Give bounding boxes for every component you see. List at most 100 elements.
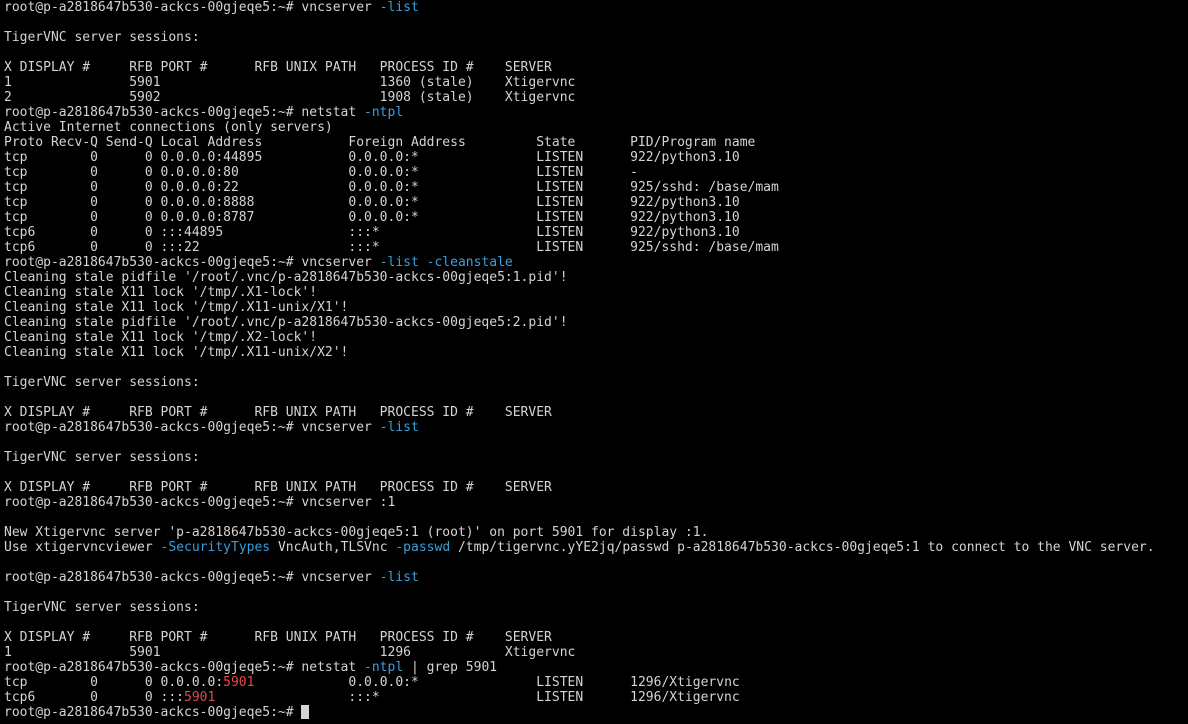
terminal-text: /tmp/tigervnc.yYE2jq/passwd p-a2818647b5… <box>450 540 1155 555</box>
terminal-line: tcp 0 0 0.0.0.0:44895 0.0.0.0:* LISTEN 9… <box>4 150 1188 165</box>
terminal-line: X DISPLAY # RFB PORT # RFB UNIX PATH PRO… <box>4 405 1188 420</box>
terminal-text: tcp6 0 0 ::: <box>4 690 185 705</box>
command-option: -ntpl <box>364 660 404 675</box>
command-option: -list <box>379 0 419 15</box>
terminal-line: TigerVNC server sessions: <box>4 30 1188 45</box>
terminal-text: TigerVNC server sessions: <box>4 30 200 45</box>
terminal-text: 0.0.0.0:* LISTEN 1296/Xtigervnc <box>254 675 740 690</box>
terminal-line: TigerVNC server sessions: <box>4 600 1188 615</box>
terminal-text: root@p-a2818647b530-ackcs-00gjeqe5:~# vn… <box>4 420 380 435</box>
terminal-line: 2 5902 1908 (stale) Xtigervnc <box>4 90 1188 105</box>
terminal-text: Active Internet connections (only server… <box>4 120 333 135</box>
terminal-line: tcp6 0 0 :::5901 :::* LISTEN 1296/Xtiger… <box>4 690 1188 705</box>
terminal-text: X DISPLAY # RFB PORT # RFB UNIX PATH PRO… <box>4 480 552 495</box>
terminal-text: Cleaning stale pidfile '/root/.vnc/p-a28… <box>4 270 568 285</box>
terminal-line: Use xtigervncviewer -SecurityTypes VncAu… <box>4 540 1188 555</box>
command-option: -passwd <box>395 540 451 555</box>
terminal-line: root@p-a2818647b530-ackcs-00gjeqe5:~# vn… <box>4 255 1188 270</box>
terminal-line: root@p-a2818647b530-ackcs-00gjeqe5:~# <box>4 705 1188 720</box>
terminal-text: Cleaning stale X11 lock '/tmp/.X2-lock'! <box>4 330 318 345</box>
terminal-text: 1 5901 1296 Xtigervnc <box>4 645 576 660</box>
terminal-text: tcp 0 0 0.0.0.0:80 0.0.0.0:* LISTEN - <box>4 165 638 180</box>
terminal-text: VncAuth,TLSVnc <box>270 540 396 555</box>
terminal-text: Proto Recv-Q Send-Q Local Address Foreig… <box>4 135 756 150</box>
terminal-text: tcp 0 0 0.0.0.0:22 0.0.0.0:* LISTEN 925/… <box>4 180 779 195</box>
command-option: -SecurityTypes <box>160 540 271 555</box>
terminal-line: tcp6 0 0 :::22 :::* LISTEN 925/sshd: /ba… <box>4 240 1188 255</box>
terminal-window[interactable]: root@p-a2818647b530-ackcs-00gjeqe5:~# vn… <box>0 0 1188 724</box>
terminal-line: root@p-a2818647b530-ackcs-00gjeqe5:~# vn… <box>4 420 1188 435</box>
terminal-text: root@p-a2818647b530-ackcs-00gjeqe5:~# vn… <box>4 495 396 510</box>
terminal-text: root@p-a2818647b530-ackcs-00gjeqe5:~# vn… <box>4 255 380 270</box>
terminal-line: TigerVNC server sessions: <box>4 450 1188 465</box>
terminal-text: X DISPLAY # RFB PORT # RFB UNIX PATH PRO… <box>4 60 552 75</box>
grep-match: 5901 <box>184 690 216 705</box>
terminal-line: tcp 0 0 0.0.0.0:22 0.0.0.0:* LISTEN 925/… <box>4 180 1188 195</box>
command-option: -ntpl <box>364 105 404 120</box>
terminal-line: Cleaning stale X11 lock '/tmp/.X11-unix/… <box>4 300 1188 315</box>
terminal-line: X DISPLAY # RFB PORT # RFB UNIX PATH PRO… <box>4 60 1188 75</box>
command-option: -list -cleanstale <box>379 255 513 270</box>
terminal-text: Cleaning stale X11 lock '/tmp/.X1-lock'! <box>4 285 318 300</box>
terminal-text: Use xtigervncviewer <box>4 540 161 555</box>
terminal-text: root@p-a2818647b530-ackcs-00gjeqe5:~# ne… <box>4 660 365 675</box>
terminal-line: root@p-a2818647b530-ackcs-00gjeqe5:~# vn… <box>4 0 1188 15</box>
terminal-text: TigerVNC server sessions: <box>4 375 200 390</box>
terminal-line: tcp6 0 0 :::44895 :::* LISTEN 922/python… <box>4 225 1188 240</box>
terminal-text: root@p-a2818647b530-ackcs-00gjeqe5:~# vn… <box>4 570 380 585</box>
terminal-text: Cleaning stale pidfile '/root/.vnc/p-a28… <box>4 315 568 330</box>
terminal-text: root@p-a2818647b530-ackcs-00gjeqe5:~# vn… <box>4 0 380 15</box>
terminal-line: tcp 0 0 0.0.0.0:5901 0.0.0.0:* LISTEN 12… <box>4 675 1188 690</box>
terminal-text: tcp6 0 0 :::22 :::* LISTEN 925/sshd: /ba… <box>4 240 779 255</box>
grep-match: 5901 <box>223 675 255 690</box>
terminal-text: Cleaning stale X11 lock '/tmp/.X11-unix/… <box>4 300 349 315</box>
terminal-line: TigerVNC server sessions: <box>4 375 1188 390</box>
terminal-text: root@p-a2818647b530-ackcs-00gjeqe5:~# <box>4 705 302 720</box>
terminal-line: 1 5901 1296 Xtigervnc <box>4 645 1188 660</box>
terminal-text: TigerVNC server sessions: <box>4 600 200 615</box>
terminal-text: tcp 0 0 0.0.0.0:8888 0.0.0.0:* LISTEN 92… <box>4 195 740 210</box>
terminal-line: Proto Recv-Q Send-Q Local Address Foreig… <box>4 135 1188 150</box>
terminal-text: TigerVNC server sessions: <box>4 450 200 465</box>
terminal-line: 1 5901 1360 (stale) Xtigervnc <box>4 75 1188 90</box>
terminal-line: Cleaning stale X11 lock '/tmp/.X11-unix/… <box>4 345 1188 360</box>
terminal-line: Cleaning stale pidfile '/root/.vnc/p-a28… <box>4 270 1188 285</box>
terminal-text: 1 5901 1360 (stale) Xtigervnc <box>4 75 576 90</box>
terminal-line: New Xtigervnc server 'p-a2818647b530-ack… <box>4 525 1188 540</box>
terminal-line: root@p-a2818647b530-ackcs-00gjeqe5:~# ne… <box>4 660 1188 675</box>
terminal-text: | grep 5901 <box>403 660 498 675</box>
terminal-text: root@p-a2818647b530-ackcs-00gjeqe5:~# ne… <box>4 105 365 120</box>
terminal-line: Cleaning stale X11 lock '/tmp/.X2-lock'! <box>4 330 1188 345</box>
terminal-line: tcp 0 0 0.0.0.0:8888 0.0.0.0:* LISTEN 92… <box>4 195 1188 210</box>
terminal-line: tcp 0 0 0.0.0.0:80 0.0.0.0:* LISTEN - <box>4 165 1188 180</box>
command-option: -list <box>379 420 419 435</box>
terminal-line: tcp 0 0 0.0.0.0:8787 0.0.0.0:* LISTEN 92… <box>4 210 1188 225</box>
terminal-line: root@p-a2818647b530-ackcs-00gjeqe5:~# vn… <box>4 495 1188 510</box>
terminal-line: X DISPLAY # RFB PORT # RFB UNIX PATH PRO… <box>4 480 1188 495</box>
terminal-text: X DISPLAY # RFB PORT # RFB UNIX PATH PRO… <box>4 630 552 645</box>
terminal-text: Cleaning stale X11 lock '/tmp/.X11-unix/… <box>4 345 349 360</box>
terminal-text: tcp 0 0 0.0.0.0:8787 0.0.0.0:* LISTEN 92… <box>4 210 740 225</box>
terminal-line: Active Internet connections (only server… <box>4 120 1188 135</box>
terminal-line: root@p-a2818647b530-ackcs-00gjeqe5:~# vn… <box>4 570 1188 585</box>
terminal-text: tcp 0 0 0.0.0.0: <box>4 675 224 690</box>
terminal-line: X DISPLAY # RFB PORT # RFB UNIX PATH PRO… <box>4 630 1188 645</box>
terminal-text: tcp6 0 0 :::44895 :::* LISTEN 922/python… <box>4 225 740 240</box>
command-option: -list <box>379 570 419 585</box>
terminal-text: tcp 0 0 0.0.0.0:44895 0.0.0.0:* LISTEN 9… <box>4 150 740 165</box>
text-cursor[interactable] <box>301 705 310 719</box>
terminal-line: Cleaning stale X11 lock '/tmp/.X1-lock'! <box>4 285 1188 300</box>
terminal-text: 2 5902 1908 (stale) Xtigervnc <box>4 90 576 105</box>
terminal-text: X DISPLAY # RFB PORT # RFB UNIX PATH PRO… <box>4 405 552 420</box>
terminal-line: Cleaning stale pidfile '/root/.vnc/p-a28… <box>4 315 1188 330</box>
terminal-text: New Xtigervnc server 'p-a2818647b530-ack… <box>4 525 709 540</box>
